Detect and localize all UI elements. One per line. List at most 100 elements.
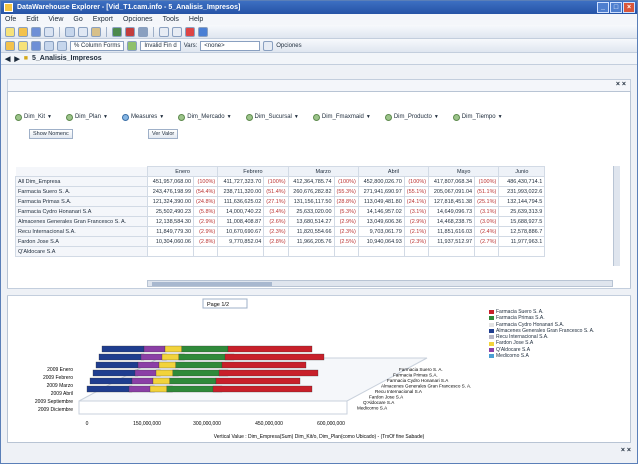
column-forms-combo[interactable]: % Column Forms [70, 40, 125, 51]
settings-icon[interactable] [263, 40, 274, 51]
save-icon[interactable] [31, 26, 41, 37]
bar-segment [137, 361, 160, 369]
undo-icon[interactable] [159, 26, 169, 37]
chart-panel-close-icon[interactable]: × × [621, 447, 631, 454]
column-header[interactable]: Abril [357, 166, 430, 177]
menu-edit[interactable]: Edit [26, 14, 38, 25]
paste-icon[interactable] [91, 26, 101, 37]
row-label[interactable]: Farmacia Cydro Honanari S.A [15, 206, 148, 217]
grid-icon[interactable] [112, 26, 122, 37]
dim-tiempo[interactable]: Dim_Tiempo ▼ [452, 113, 503, 121]
row-label[interactable]: Recu Internacional S.A. [15, 226, 148, 237]
copy-icon[interactable] [78, 26, 88, 37]
dim-kit[interactable]: Dim_Kit ▼ [15, 113, 52, 121]
row-label[interactable]: Farmacia Primas S.A. [15, 196, 148, 207]
splitter[interactable] [7, 288, 631, 296]
options-menu[interactable]: Opciones [276, 43, 301, 49]
value-cell: 231,993,022.6 [498, 186, 546, 197]
column-header[interactable]: Febrero [217, 166, 289, 177]
open-folder-icon[interactable] [18, 26, 28, 37]
table-row[interactable]: Farmacia Primas S.A. 121,324,390.00 (24.8%… [15, 196, 546, 207]
row-label[interactable]: Farmacia Suero S. A. [15, 186, 148, 197]
percent-cell: (2.9%) [192, 216, 219, 227]
menu-tools[interactable]: Tools [163, 14, 179, 25]
stop-icon[interactable] [185, 26, 195, 37]
folder-icon[interactable] [5, 40, 15, 51]
dim-measures[interactable]: Measures ▼ [121, 113, 164, 121]
cut-icon[interactable] [65, 26, 75, 37]
horizontal-scrollbar[interactable] [147, 280, 613, 287]
percent-cell: (27.1%) [263, 196, 289, 207]
value-cell: 238,711,320.00 [217, 186, 265, 197]
menu-export[interactable]: Export [93, 14, 113, 25]
table-row[interactable]: Farmacia Cydro Honanari S.A 25,502,490.23… [15, 206, 546, 217]
row-label[interactable]: Q'Aldocare S.A [15, 246, 148, 257]
chart-icon[interactable] [125, 26, 135, 37]
pivot-icon[interactable] [44, 40, 54, 51]
dim-fmaxmaid[interactable]: Dim_Fmaxmaid ▼ [312, 113, 371, 121]
dim-plan[interactable]: Dim_Plan ▼ [65, 113, 108, 121]
sort-icon[interactable] [57, 40, 67, 51]
value-cell: 11,851,616.03 [428, 226, 476, 237]
percent-cell: (2.7%) [474, 236, 500, 247]
value-cell: 9,770,852.04 [217, 236, 265, 247]
filter-icon[interactable] [138, 26, 148, 37]
values-button[interactable]: Ver Valor [148, 129, 179, 139]
report-icon[interactable] [18, 40, 28, 51]
bar-segment [215, 377, 301, 385]
table-row[interactable]: Fardon Jose S.A 10,304,060.06 (2.8%) 9,770,… [15, 236, 546, 247]
y-tick-label: 2009 Enero [47, 367, 73, 373]
row-label[interactable]: Fardon Jose S.A [15, 236, 148, 247]
row-label[interactable]: Almacenes Generales Gran Francesco S. A. [15, 216, 148, 227]
maximize-button[interactable]: □ [610, 2, 622, 13]
column-header[interactable]: Marzo [287, 166, 359, 177]
table-row[interactable]: Farmacia Suero S. A. 243,476,198.99 (54.4%… [15, 186, 546, 197]
dim-sucursal[interactable]: Dim_Sucursal ▼ [245, 113, 299, 121]
percent-cell: (2.4%) [474, 226, 500, 237]
dim-producto[interactable]: Dim_Producto ▼ [384, 113, 439, 121]
column-header[interactable]: Mayo [428, 166, 500, 177]
filter-combo[interactable]: Invalid Fin d [140, 40, 181, 51]
percent-cell: (5.3%) [333, 206, 359, 217]
menu-help[interactable]: Help [189, 14, 203, 25]
new-icon[interactable] [5, 26, 15, 37]
value-cell: 9,703,061.79 [357, 226, 405, 237]
menu-go[interactable]: Go [73, 14, 82, 25]
forward-icon[interactable]: ▶ [14, 55, 19, 63]
value-cell: 13,680,514.27 [287, 216, 335, 227]
row-label[interactable]: All Dim_Empresa [15, 176, 148, 187]
menu-options[interactable]: Opciones [123, 14, 153, 25]
table-row[interactable]: Recu Internacional S.A. 11,849,779.30 (2.9… [15, 226, 546, 237]
column-header[interactable]: Enero [146, 166, 219, 177]
refresh-icon[interactable] [31, 40, 41, 51]
column-header[interactable]: Junio [498, 166, 546, 177]
table-row[interactable]: Almacenes Generales Gran Francesco S. A.… [15, 216, 546, 227]
help-icon[interactable] [198, 26, 208, 37]
add-icon[interactable] [127, 40, 138, 51]
bar-segment [175, 361, 223, 369]
application-window: DataWarehouse Explorer - [Vid_T1.cam.inf… [0, 0, 638, 464]
print-icon[interactable] [44, 26, 54, 37]
menu-file[interactable]: Ofe [5, 14, 16, 25]
minimize-button[interactable]: _ [597, 2, 609, 13]
back-icon[interactable]: ◀ [5, 55, 10, 63]
depth-axis-label: Farmacia Primas S.A. [393, 373, 438, 378]
depth-axis-label: Almacenes Generales Gran Francesco S. A. [381, 384, 471, 389]
close-button[interactable]: × [623, 2, 635, 13]
redo-icon[interactable] [172, 26, 182, 37]
menu-view[interactable]: View [48, 14, 63, 25]
dimension-icon [15, 113, 22, 121]
vars-combo[interactable]: <none> [200, 40, 261, 51]
rows-button[interactable]: Show Nomenc [29, 129, 73, 139]
table-row[interactable]: All Dim_Empresa 451,957,068.00 (100%) 411,7… [15, 176, 546, 187]
percent-cell [263, 246, 289, 257]
dim-mercado[interactable]: Dim_Mercado ▼ [178, 113, 232, 121]
breadcrumb-path[interactable]: 5_Analisis_Impresos [32, 55, 102, 62]
panel-close-icon[interactable]: × × [616, 81, 626, 88]
value-cell: 11,937,512.97 [428, 236, 476, 247]
chevron-down-icon: ▼ [47, 114, 52, 120]
vertical-scrollbar[interactable] [613, 166, 620, 266]
bar-segment [143, 345, 166, 353]
table-row[interactable]: Q'Aldocare S.A [15, 246, 546, 257]
percent-cell: (3.0%) [474, 216, 500, 227]
